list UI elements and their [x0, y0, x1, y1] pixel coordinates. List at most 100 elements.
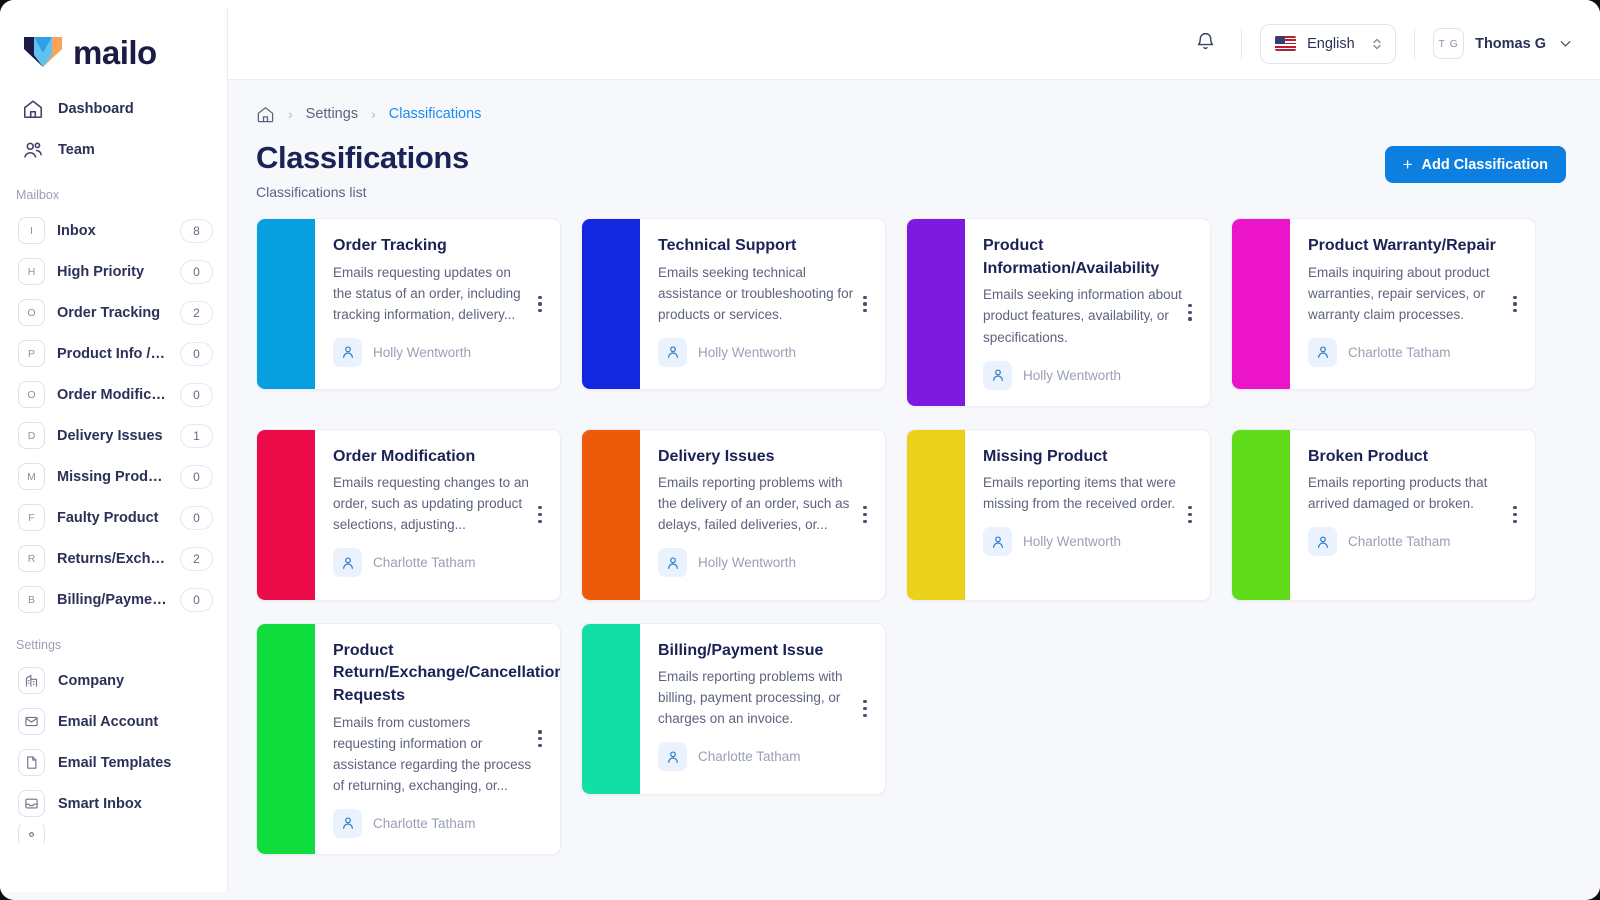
unread-count-badge: 8	[180, 218, 213, 243]
header-divider-2	[1414, 28, 1416, 59]
unread-count-badge: 2	[180, 546, 213, 571]
classification-card-body: Delivery Issues Emails reporting problems…	[640, 430, 885, 600]
sidebar-item-order-modification[interactable]: O Order Modifica... 0	[0, 374, 227, 415]
classification-card[interactable]: Technical Support Emails seeking technica…	[581, 218, 886, 390]
classification-menu-button[interactable]	[1182, 506, 1204, 523]
classification-card[interactable]: Product Warranty/Repair Emails inquiring …	[1231, 218, 1536, 390]
breadcrumb-item-classifications[interactable]: Classifications	[389, 106, 482, 122]
sidebar-item-label: Company	[58, 672, 125, 689]
classification-menu-button[interactable]	[857, 506, 879, 523]
letter-badge-icon: F	[18, 504, 45, 531]
app-logo[interactable]: mailo	[0, 8, 227, 74]
letter-badge-icon: P	[18, 340, 45, 367]
breadcrumb-item-settings[interactable]: Settings	[306, 106, 358, 122]
classification-color-bar	[907, 429, 965, 600]
classification-title: Billing/Payment Issue	[658, 641, 824, 659]
home-icon	[22, 98, 44, 120]
sidebar-item-smart-inbox[interactable]: Smart Inbox	[0, 783, 227, 824]
letter-badge-icon: O	[18, 299, 45, 326]
classification-owner-name: Charlotte Tatham	[1348, 344, 1451, 360]
classification-menu-button[interactable]	[1182, 304, 1204, 321]
classification-card[interactable]: Broken Product Emails reporting products …	[1231, 428, 1536, 601]
classification-description: Emails reporting problems with the deliv…	[658, 475, 850, 533]
bell-icon	[1195, 31, 1216, 57]
sidebar-item-missing-product[interactable]: M Missing Product 0	[0, 456, 227, 497]
mailbox-section-label: Mailbox	[16, 188, 60, 202]
classification-owner: Holly Wentworth	[983, 360, 1182, 390]
breadcrumb-separator: ›	[288, 106, 293, 122]
classification-color-bar	[257, 429, 315, 600]
sidebar-item-order-tracking[interactable]: O Order Tracking 2	[0, 292, 227, 333]
sidebar-item-label: Email Templates	[58, 754, 172, 771]
sidebar-item-label: Faulty Product	[57, 509, 159, 526]
classification-title: Order Modification	[333, 447, 476, 465]
kebab-menu-icon	[1513, 295, 1517, 313]
classification-menu-button[interactable]	[857, 700, 879, 717]
add-classification-label: Add Classification	[1421, 156, 1549, 173]
sidebar-item-faulty-product[interactable]: F Faulty Product 0	[0, 497, 227, 538]
classification-title: Delivery Issues	[658, 447, 775, 465]
user-menu[interactable]: T G Thomas G	[1433, 28, 1574, 59]
sidebar-item-company[interactable]: Company	[0, 660, 227, 701]
page-subtitle: Classifications list	[256, 184, 367, 200]
user-avatar-icon	[658, 742, 687, 772]
classification-color-bar	[582, 429, 640, 600]
classification-menu-button[interactable]	[532, 295, 554, 313]
classification-title: Missing Product	[983, 447, 1108, 465]
sidebar-item-dashboard[interactable]: Dashboard	[0, 88, 227, 129]
sidebar-item-billing-payment[interactable]: B Billing/Paymen... 0	[0, 579, 227, 620]
sidebar-item-product-info[interactable]: P Product Info / A... 0	[0, 333, 227, 374]
document-icon	[18, 749, 45, 776]
sidebar-item-label: Order Tracking	[57, 304, 161, 321]
classification-description: Emails seeking information about product…	[983, 287, 1182, 345]
user-avatar-icon	[658, 337, 687, 367]
sidebar-item-email-templates[interactable]: Email Templates	[0, 742, 227, 783]
sidebar-item-email-account[interactable]: Email Account	[0, 701, 227, 742]
classification-card[interactable]: Billing/Payment Issue Emails reporting pr…	[581, 622, 886, 795]
classification-card-content: Broken Product Emails reporting products …	[1308, 446, 1507, 557]
letter-badge-icon: H	[18, 258, 45, 285]
language-selector[interactable]: English	[1260, 23, 1397, 64]
sidebar-item-high-priority[interactable]: H High Priority 0	[0, 251, 227, 292]
classification-color-bar	[1232, 219, 1290, 389]
classification-owner: Charlotte Tatham	[1308, 337, 1507, 367]
user-avatar-icon	[1308, 527, 1337, 557]
sidebar-item-returns-exchanges[interactable]: R Returns/Exchan... 2	[0, 538, 227, 579]
classification-card[interactable]: Product Return/Exchange/Cancellation Req…	[256, 622, 561, 855]
classification-owner-name: Holly Wentworth	[1023, 534, 1122, 550]
sidebar-item-label: Order Modifica...	[57, 386, 168, 403]
user-avatar-icon	[333, 548, 362, 578]
classification-color-bar	[907, 219, 965, 406]
sidebar-item-team[interactable]: Team	[0, 129, 227, 170]
sidebar-item-delivery-issues[interactable]: D Delivery Issues 1	[0, 415, 227, 456]
sidebar-item-partial[interactable]	[0, 824, 227, 844]
classification-card[interactable]: Delivery Issues Emails reporting problems…	[581, 428, 886, 601]
classification-menu-button[interactable]	[857, 295, 879, 313]
kebab-menu-icon	[863, 700, 867, 717]
classification-menu-button[interactable]	[1507, 295, 1529, 313]
classification-owner-name: Charlotte Tatham	[373, 555, 476, 571]
notifications-button[interactable]	[1187, 26, 1223, 62]
classification-menu-button[interactable]	[532, 506, 554, 523]
classification-color-bar	[257, 219, 315, 389]
add-classification-button[interactable]: + Add Classification	[1384, 146, 1566, 183]
classification-menu-button[interactable]	[1507, 506, 1529, 523]
unread-count-badge: 0	[180, 587, 213, 612]
app-window: mailo Dashboard Team Mailbox I Inbox 8 H…	[0, 0, 1600, 900]
classification-owner: Charlotte Tatham	[658, 742, 857, 772]
classification-card[interactable]: Order Modification Emails requesting chan…	[256, 428, 561, 601]
kebab-menu-icon	[1188, 304, 1192, 321]
classification-title: Technical Support	[658, 237, 797, 254]
user-avatar-icon	[333, 808, 362, 838]
sidebar: mailo Dashboard Team Mailbox I Inbox 8 H…	[0, 8, 228, 892]
us-flag-icon	[1275, 36, 1297, 51]
classification-menu-button[interactable]	[532, 730, 554, 748]
sidebar-item-inbox[interactable]: I Inbox 8	[0, 210, 227, 251]
classification-card[interactable]: Product Information/Availability Emails s…	[906, 218, 1211, 407]
kebab-menu-icon	[863, 295, 867, 313]
classification-card[interactable]: Order Tracking Emails requesting updates …	[256, 218, 561, 390]
classification-card[interactable]: Missing Product Emails reporting items th…	[906, 428, 1211, 601]
breadcrumb-home-icon[interactable]	[256, 105, 275, 124]
sidebar-item-label: Dashboard	[58, 100, 134, 117]
classification-description: Emails requesting changes to an order, s…	[333, 475, 529, 533]
